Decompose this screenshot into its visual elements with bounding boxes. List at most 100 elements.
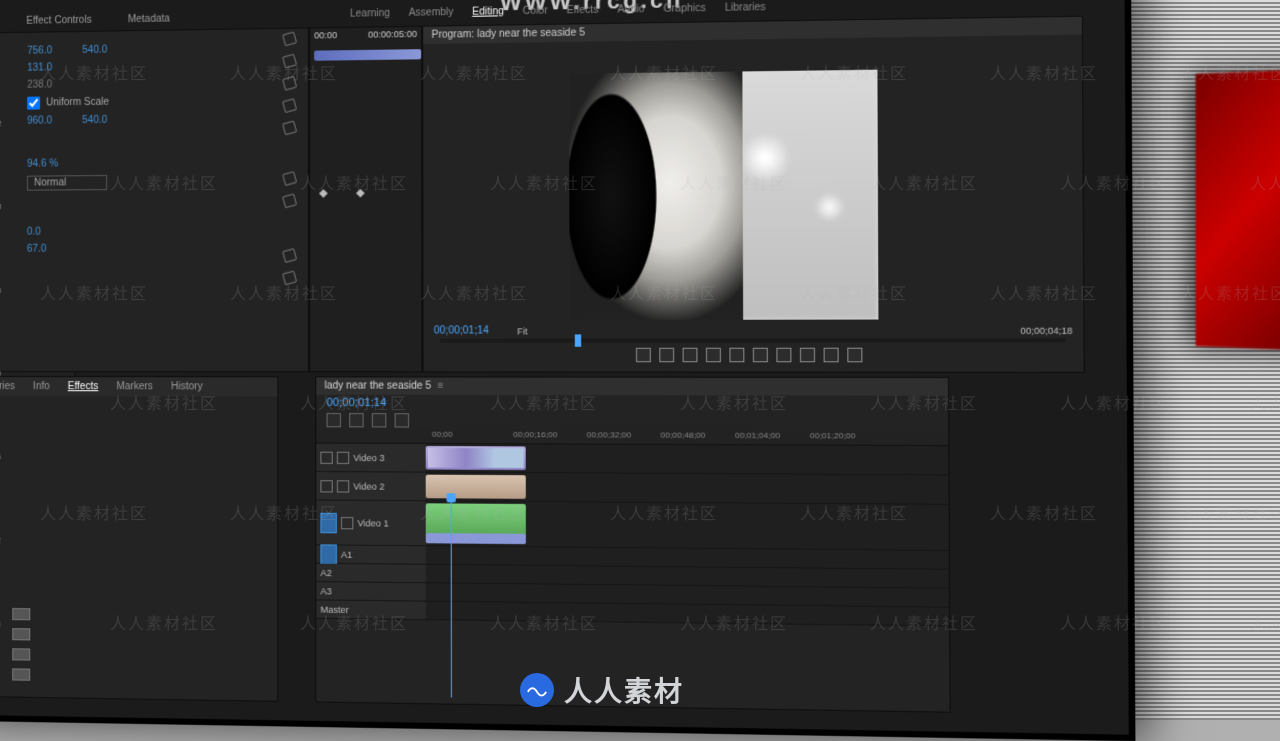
lock-icon[interactable]: [320, 480, 332, 492]
opacity-value[interactable]: 94.6 %: [27, 158, 58, 169]
antiflicker-value[interactable]: 67.0: [27, 244, 46, 255]
reset-icon[interactable]: [282, 76, 297, 91]
brand-text: 人人素材: [564, 670, 684, 710]
lock-icon[interactable]: [341, 517, 353, 529]
bin-icon[interactable]: [12, 648, 30, 660]
program-scrub-handle[interactable]: [575, 334, 581, 346]
track-v3[interactable]: Video 3: [316, 444, 948, 476]
go-in-button[interactable]: [683, 348, 698, 362]
program-view[interactable]: [569, 70, 878, 320]
clip-v2[interactable]: [426, 475, 526, 499]
ruler-mark: 00;00;16;00: [513, 430, 557, 439]
ruler-mark: 00;01;04;00: [735, 431, 780, 441]
step-back-button[interactable]: [706, 348, 721, 363]
lock-icon[interactable]: [320, 451, 332, 463]
lift-button[interactable]: [800, 348, 815, 363]
ws-audio[interactable]: Audio: [617, 4, 644, 16]
linked-selection-toggle[interactable]: [349, 413, 363, 427]
keyframe-diamond[interactable]: [356, 189, 365, 198]
uniform-scale-checkbox[interactable]: [27, 97, 40, 110]
ws-graphics[interactable]: Graphics: [663, 3, 705, 15]
meter-tick: -18: [0, 202, 2, 211]
tab-effects[interactable]: Effects: [68, 381, 99, 392]
reset-icon[interactable]: [282, 98, 297, 113]
tab-history[interactable]: History: [171, 381, 203, 392]
mark-in-button[interactable]: [636, 348, 651, 362]
bin-icon[interactable]: [12, 668, 30, 680]
reset-icon[interactable]: [282, 31, 297, 46]
bin-icon[interactable]: [12, 608, 30, 620]
track-v2[interactable]: Video 2: [316, 472, 948, 505]
position-y[interactable]: 540.0: [82, 45, 107, 56]
anchor-y[interactable]: 540.0: [82, 115, 107, 126]
uniform-scale-label: Uniform Scale: [46, 97, 109, 109]
export-frame-button[interactable]: [847, 348, 862, 363]
reset-icon[interactable]: [282, 120, 297, 135]
ruler-mark: 00;00;48;00: [661, 430, 706, 439]
ws-assembly[interactable]: Assembly: [409, 7, 454, 19]
reset-icon[interactable]: [282, 270, 297, 285]
source-patch-a1[interactable]: [320, 544, 336, 565]
clip-v3[interactable]: [426, 446, 526, 470]
extract-button[interactable]: [824, 348, 839, 363]
snap-toggle[interactable]: [327, 413, 341, 427]
ruler-mark: 00;00: [432, 430, 453, 439]
brand-badge: 人人素材: [520, 670, 684, 710]
ws-learning[interactable]: Learning: [350, 8, 390, 20]
program-title-prefix: Program:: [431, 29, 477, 41]
effect-keyframe-timeline[interactable]: 00:00 00:00:05:00: [309, 26, 422, 373]
program-zoom-fit[interactable]: Fit: [517, 326, 527, 336]
meter-tick: -48: [0, 620, 1, 629]
tab-metadata[interactable]: Metadata: [128, 13, 170, 25]
track-label: Video 3: [353, 452, 384, 462]
keyframe-diamond[interactable]: [319, 189, 328, 198]
program-scrub-bar[interactable]: [440, 338, 1066, 343]
reset-icon[interactable]: [282, 171, 297, 186]
timeline-timecode[interactable]: 00;00;01;14: [316, 395, 948, 413]
track-label: Video 2: [353, 481, 384, 491]
mark-out-button[interactable]: [659, 348, 674, 362]
timeline-settings-icon[interactable]: [395, 413, 409, 427]
workspace-tabs: Learning Assembly Editing Color Effects …: [350, 2, 766, 20]
position-x[interactable]: 756.0: [27, 45, 52, 56]
tab-effect-controls[interactable]: Effect Controls: [26, 15, 91, 27]
ws-libraries[interactable]: Libraries: [725, 2, 766, 14]
meter-tick: -24: [0, 286, 1, 295]
scale-x[interactable]: 131.0: [27, 62, 52, 73]
program-timecode[interactable]: 00;00;01;14: [434, 325, 489, 336]
ws-color[interactable]: Color: [523, 5, 548, 17]
timeline-playhead[interactable]: [451, 499, 452, 697]
reset-icon[interactable]: [282, 248, 297, 263]
step-fwd-button[interactable]: [753, 348, 768, 363]
clip-v1-overlay[interactable]: [426, 533, 526, 544]
anchor-x[interactable]: 960.0: [27, 115, 52, 126]
transport-controls: [434, 344, 1073, 365]
rotation-value[interactable]: 0.0: [27, 227, 41, 238]
panel-header-tabs: Effect Controls Metadata: [26, 13, 170, 26]
meter-tick: -36: [0, 452, 1, 461]
scale-y: 238.0: [27, 79, 52, 90]
eye-icon[interactable]: [337, 480, 349, 492]
ws-effects[interactable]: Effects: [567, 5, 599, 17]
bin-list: [12, 608, 30, 681]
reset-icon[interactable]: [282, 193, 297, 208]
sequence-tab[interactable]: lady near the seaside 5: [324, 380, 431, 391]
project-panel: Libraries Info Effects Markers History: [0, 376, 278, 702]
program-title: Program: lady near the seaside 5: [423, 17, 1082, 44]
go-out-button[interactable]: [776, 348, 791, 363]
reset-icon[interactable]: [282, 54, 297, 69]
tab-libraries[interactable]: Libraries: [0, 381, 15, 392]
tab-info[interactable]: Info: [33, 381, 50, 392]
track-v1[interactable]: Video 1: [316, 501, 949, 551]
blend-mode-select[interactable]: Normal: [27, 175, 107, 191]
meter-tick: -12: [0, 119, 2, 128]
source-patch-v1[interactable]: [320, 512, 336, 533]
track-label: Video 1: [357, 518, 388, 528]
ws-editing[interactable]: Editing: [472, 6, 504, 18]
mini-clip-strip: [314, 49, 421, 61]
play-button[interactable]: [729, 348, 744, 363]
eye-icon[interactable]: [337, 451, 349, 463]
tab-markers[interactable]: Markers: [116, 381, 152, 392]
marker-add[interactable]: [372, 413, 386, 427]
bin-icon[interactable]: [12, 628, 30, 640]
